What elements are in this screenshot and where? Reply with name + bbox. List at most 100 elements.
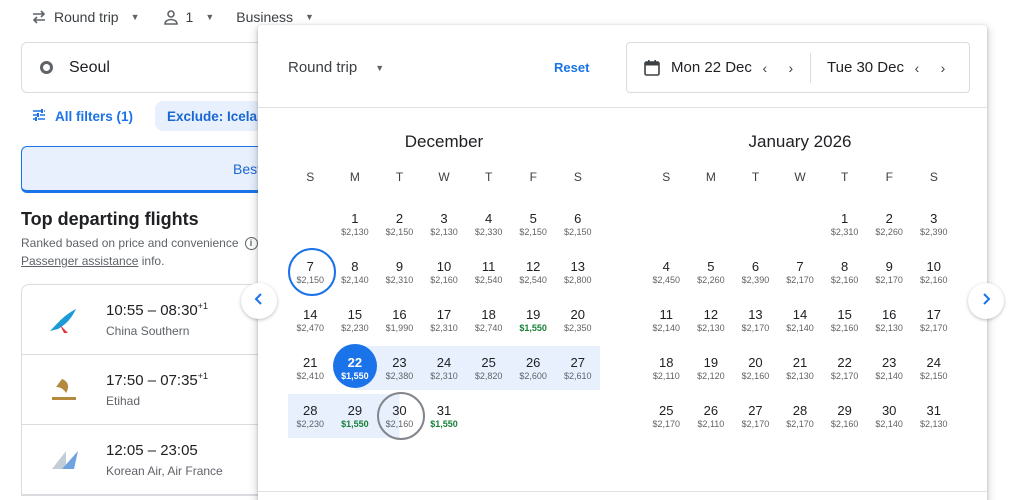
calendar-day-dec-5[interactable]: 5 $2,150 [511, 202, 556, 246]
calendar-day-jan-23[interactable]: 23 $2,140 [867, 346, 912, 390]
origin-value: Seoul [69, 58, 110, 76]
day-price: $2,160 [830, 418, 859, 429]
return-next-icon[interactable]: › [930, 60, 956, 76]
calendar-day-jan-28[interactable]: 28 $2,170 [778, 394, 823, 438]
calendar-day-dec-1[interactable]: 1 $2,130 [333, 202, 378, 246]
origin-input[interactable]: Seoul [21, 42, 281, 93]
date-picker-header: Round trip ▼ Reset Mon 22 Dec ‹ › Tue 30… [258, 25, 987, 108]
all-filters-button[interactable]: All filters (1) [21, 101, 143, 131]
day-number: 23 [392, 354, 407, 370]
departure-date-value: Mon 22 Dec [671, 59, 752, 76]
calendar-day-dec-9[interactable]: 9 $2,310 [377, 250, 422, 294]
departure-date-field[interactable]: Mon 22 Dec ‹ › [627, 52, 811, 83]
calendar-day-jan-16[interactable]: 16 $2,130 [867, 298, 912, 342]
calendar-day-dec-27[interactable]: 27 $2,610 [555, 346, 601, 390]
flight-row[interactable]: 10:55 – 08:30+1 China Southern [22, 285, 271, 355]
passenger-assistance-link[interactable]: Passenger assistance [21, 254, 138, 268]
calendar-day-jan-29[interactable]: 29 $2,160 [822, 394, 867, 438]
day-number: 1 [840, 210, 849, 226]
day-price: $2,150 [519, 226, 547, 237]
calendar-day-jan-1[interactable]: 1 $2,310 [822, 202, 867, 246]
calendar-day-dec-24[interactable]: 24 $2,310 [421, 346, 467, 390]
calendar-day-dec-17[interactable]: 17 $2,310 [422, 298, 467, 342]
day-price: $2,170 [741, 322, 770, 333]
calendar-day-jan-30[interactable]: 30 $2,140 [867, 394, 912, 438]
calendar-day-jan-26[interactable]: 26 $2,110 [689, 394, 734, 438]
day-price: $2,390 [919, 226, 948, 237]
calendar-day-dec-23[interactable]: 23 $2,380 [377, 346, 422, 390]
cabin-class-dropdown[interactable]: Business ▼ [236, 9, 314, 25]
calendar-day-dec-28[interactable]: 28 $2,230 [288, 394, 333, 438]
calendar-day-jan-31[interactable]: 31 $2,130 [911, 394, 956, 438]
calendar-day-dec-30[interactable]: 30 $2,160 [377, 392, 425, 440]
info-icon[interactable]: i [244, 236, 258, 250]
calendar-day-jan-12[interactable]: 12 $2,130 [689, 298, 734, 342]
departure-prev-icon[interactable]: ‹ [752, 60, 778, 76]
calendar-day-dec-3[interactable]: 3 $2,130 [422, 202, 467, 246]
calendar-day-dec-13[interactable]: 13 $2,800 [555, 250, 600, 294]
calendar-day-dec-16[interactable]: 16 $1,990 [377, 298, 422, 342]
trip-type-dropdown[interactable]: Round trip ▼ [30, 8, 140, 26]
cabin-class-label: Business [236, 9, 294, 25]
calendar-day-jan-25[interactable]: 25 $2,170 [644, 394, 689, 438]
calendar-day-jan-7[interactable]: 7 $2,170 [778, 250, 823, 294]
calendar-day-jan-15[interactable]: 15 $2,160 [822, 298, 867, 342]
day-price: $2,260 [697, 274, 725, 285]
popup-trip-type-dropdown[interactable]: Round trip ▼ [288, 59, 384, 76]
calendar-day-jan-17[interactable]: 17 $2,170 [911, 298, 956, 342]
calendar-day-dec-19[interactable]: 19 $1,550 [511, 298, 556, 342]
day-number: 26 [703, 402, 719, 418]
calendar-day-jan-3[interactable]: 3 $2,390 [911, 202, 956, 246]
calendar-day-dec-25[interactable]: 25 $2,820 [466, 346, 511, 390]
calendar-day-jan-10[interactable]: 10 $2,160 [911, 250, 956, 294]
calendar-day-jan-19[interactable]: 19 $2,120 [689, 346, 734, 390]
calendar-day-dec-18[interactable]: 18 $2,740 [466, 298, 511, 342]
calendar-day-dec-22[interactable]: 22 $1,550 [332, 344, 378, 390]
calendar-day-jan-27[interactable]: 27 $2,170 [733, 394, 778, 438]
calendar-day-jan-22[interactable]: 22 $2,170 [822, 346, 867, 390]
calendar-day-jan-5[interactable]: 5 $2,260 [689, 250, 734, 294]
calendar-day-jan-8[interactable]: 8 $2,160 [822, 250, 867, 294]
calendar-day-dec-26[interactable]: 26 $2,600 [510, 346, 556, 390]
return-date-field[interactable]: Tue 30 Dec ‹ › [811, 43, 969, 92]
next-month-button[interactable] [968, 283, 1004, 319]
calendar-day-dec-10[interactable]: 10 $2,160 [422, 250, 467, 294]
calendar-day-jan-2[interactable]: 2 $2,260 [867, 202, 912, 246]
tab-best[interactable]: Best [21, 146, 281, 193]
calendar-day-jan-9[interactable]: 9 $2,170 [867, 250, 912, 294]
calendar-day-jan-18[interactable]: 18 $2,110 [644, 346, 689, 390]
calendar-day-dec-15[interactable]: 15 $2,230 [333, 298, 378, 342]
flight-row[interactable]: 17:50 – 07:35+1 Etihad [22, 355, 271, 425]
reset-button[interactable]: Reset [554, 60, 589, 75]
calendar-day-dec-2[interactable]: 2 $2,150 [377, 202, 422, 246]
calendar-day-dec-8[interactable]: 8 $2,140 [333, 250, 378, 294]
assistance-suffix: info. [138, 254, 165, 268]
calendar-day-jan-21[interactable]: 21 $2,130 [778, 346, 823, 390]
tab-best-label: Best [233, 160, 262, 177]
calendar-day-dec-6[interactable]: 6 $2,150 [555, 202, 600, 246]
calendar-day-jan-20[interactable]: 20 $2,160 [733, 346, 778, 390]
calendar-day-jan-6[interactable]: 6 $2,390 [733, 250, 778, 294]
calendar-day-jan-4[interactable]: 4 $2,450 [644, 250, 689, 294]
calendar-day-dec-14[interactable]: 14 $2,470 [288, 298, 333, 342]
prev-month-button[interactable] [241, 283, 277, 319]
calendar-day-dec-31[interactable]: 31 $1,550 [422, 394, 467, 438]
calendar-day-jan-11[interactable]: 11 $2,140 [644, 298, 689, 342]
calendar-week-row: 14 $2,470 15 $2,230 16 $1,990 17 $2,310 18 $2,740… [288, 296, 600, 344]
flight-row[interactable]: 12:05 – 23:05 Korean Air, Air France [22, 425, 271, 495]
calendar-day-dec-11[interactable]: 11 $2,540 [466, 250, 511, 294]
calendar-day-dec-12[interactable]: 12 $2,540 [511, 250, 556, 294]
calendar-day-dec-21[interactable]: 21 $2,410 [288, 346, 333, 390]
return-prev-icon[interactable]: ‹ [904, 60, 930, 76]
departure-next-icon[interactable]: › [778, 60, 804, 76]
calendar-day-jan-14[interactable]: 14 $2,140 [778, 298, 823, 342]
passengers-dropdown[interactable]: 1 ▼ [162, 8, 214, 26]
calendar-day-dec-7[interactable]: 7 $2,150 [288, 248, 336, 296]
day-number: 11 [481, 258, 496, 274]
calendar-day-jan-24[interactable]: 24 $2,150 [911, 346, 956, 390]
calendar-day-dec-29[interactable]: 29 $1,550 [332, 394, 378, 438]
day-price: $2,150 [563, 226, 592, 237]
calendar-day-dec-4[interactable]: 4 $2,330 [466, 202, 511, 246]
calendar-day-dec-20[interactable]: 20 $2,350 [555, 298, 600, 342]
calendar-day-jan-13[interactable]: 13 $2,170 [733, 298, 778, 342]
